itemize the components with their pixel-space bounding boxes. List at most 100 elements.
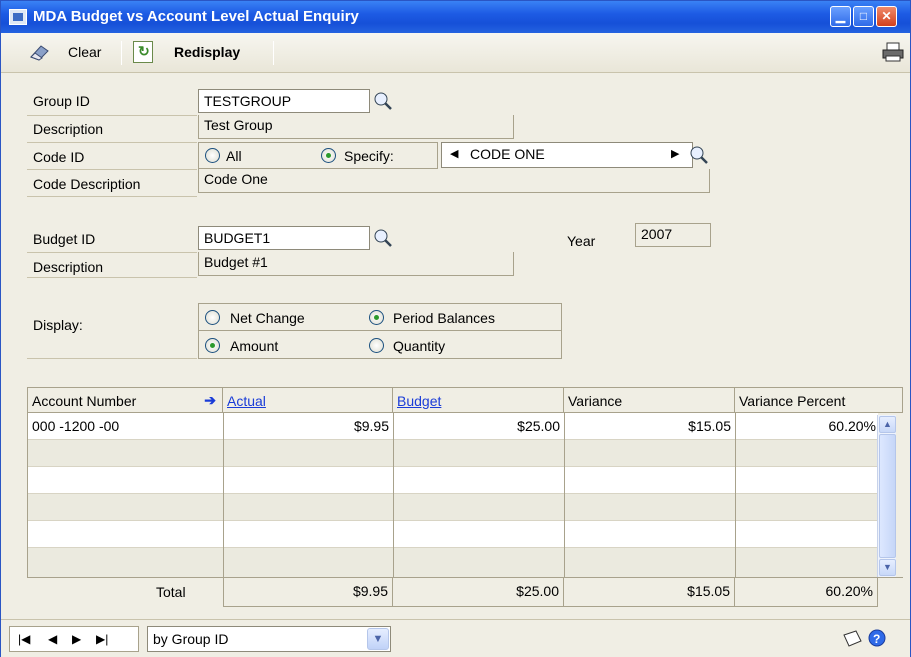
year-label: Year [567, 233, 596, 249]
divider [27, 196, 197, 197]
total-variance: $15.05 [564, 577, 735, 607]
last-record-icon[interactable]: ▶| [96, 632, 108, 646]
divider [27, 142, 197, 143]
next-code-icon[interactable]: ▶ [671, 147, 679, 160]
table-row[interactable] [28, 467, 878, 494]
previous-code-icon[interactable]: ◀ [450, 147, 458, 160]
svg-text:?: ? [873, 632, 880, 646]
sort-by-select[interactable]: by Group ID ▼ [147, 626, 391, 652]
code-id-lookup-icon[interactable] [689, 145, 709, 165]
budget-id-input[interactable]: BUDGET1 [198, 226, 370, 250]
first-record-icon[interactable]: |◀ [18, 632, 30, 646]
scroll-up-icon[interactable]: ▲ [879, 416, 896, 433]
note-icon[interactable] [841, 629, 863, 649]
previous-record-icon[interactable]: ◀ [48, 632, 57, 646]
maximize-button[interactable]: □ [853, 6, 874, 27]
total-variance-percent: 60.20% [735, 577, 878, 607]
refresh-icon [133, 41, 153, 63]
toolbar: Clear Redisplay [1, 33, 910, 73]
grid-scrollbar[interactable]: ▲ ▼ [877, 415, 896, 577]
code-id-label: Code ID [33, 149, 85, 165]
header-actual[interactable]: Actual [223, 387, 393, 413]
redisplay-button[interactable]: Redisplay [129, 33, 269, 73]
column-divider [735, 413, 736, 577]
clear-button[interactable]: Clear [11, 33, 111, 73]
table-row[interactable] [28, 521, 878, 548]
group-description-value: Test Group [198, 115, 514, 139]
budget-id-lookup-icon[interactable] [373, 228, 393, 248]
table-row[interactable] [28, 440, 878, 467]
budget-id-label: Budget ID [33, 231, 96, 247]
expand-arrow-icon[interactable]: ➔ [204, 392, 216, 409]
period-balances-label: Period Balances [393, 310, 495, 326]
eraser-icon [30, 45, 49, 61]
code-id-input[interactable]: CODE ONE [441, 142, 693, 168]
header-budget[interactable]: Budget [393, 387, 564, 413]
minimize-button[interactable]: ▁ [830, 6, 851, 27]
display-label: Display: [33, 317, 83, 333]
divider [27, 358, 197, 359]
window-title: MDA Budget vs Account Level Actual Enqui… [33, 8, 359, 25]
redisplay-label: Redisplay [174, 44, 241, 60]
header-budget-link[interactable]: Budget [397, 393, 441, 409]
toolbar-separator [273, 41, 274, 65]
divider [27, 115, 197, 116]
scroll-down-icon[interactable]: ▼ [879, 559, 896, 576]
group-id-label: Group ID [33, 93, 90, 109]
row-variance-percent: 60.20% [828, 418, 876, 434]
group-id-lookup-icon[interactable] [373, 91, 393, 111]
year-value: 2007 [635, 223, 711, 247]
total-budget: $25.00 [393, 577, 564, 607]
budget-description-label: Description [33, 259, 104, 275]
net-change-label: Net Change [230, 310, 305, 326]
header-variance-percent: Variance Percent [735, 387, 903, 413]
column-divider [564, 413, 565, 577]
total-label: Total [156, 584, 186, 600]
amount-label: Amount [230, 338, 279, 354]
next-record-icon[interactable]: ▶ [72, 632, 81, 646]
header-actual-link[interactable]: Actual [227, 393, 266, 409]
window: MDA Budget vs Account Level Actual Enqui… [0, 0, 911, 657]
row-variance: $15.05 [688, 418, 731, 434]
toolbar-separator [121, 41, 122, 65]
divider [27, 169, 197, 170]
title-bar: MDA Budget vs Account Level Actual Enqui… [1, 1, 910, 33]
group-description-label: Description [33, 121, 104, 137]
amount-radio[interactable] [205, 338, 220, 353]
chevron-down-icon[interactable]: ▼ [367, 628, 389, 650]
clear-label: Clear [68, 44, 102, 60]
group-id-input[interactable]: TESTGROUP [198, 89, 370, 113]
close-button[interactable]: ✕ [876, 6, 897, 27]
window-icon [9, 9, 27, 25]
divider [27, 252, 197, 253]
row-account-number[interactable]: 000 -1200 -00 [32, 418, 119, 434]
help-icon[interactable]: ? [867, 628, 887, 648]
grid-body [27, 413, 878, 577]
printer-icon[interactable] [882, 42, 904, 62]
table-row[interactable] [28, 494, 878, 521]
code-description-label: Code Description [33, 176, 141, 192]
budget-description-value: Budget #1 [198, 252, 514, 276]
row-budget: $25.00 [517, 418, 560, 434]
net-change-radio[interactable] [205, 310, 220, 325]
code-description-value: Code One [198, 169, 710, 193]
row-actual: $9.95 [353, 418, 389, 434]
sort-by-value: by Group ID [153, 631, 229, 647]
total-actual: $9.95 [223, 577, 393, 607]
scroll-thumb[interactable] [879, 434, 896, 558]
record-navigation: |◀ ◀ ▶ ▶| [9, 626, 139, 652]
divider [27, 277, 197, 278]
quantity-radio[interactable] [369, 338, 384, 353]
code-all-radio[interactable] [205, 148, 220, 163]
quantity-label: Quantity [393, 338, 446, 354]
column-divider [223, 413, 224, 577]
code-all-label: All [226, 148, 242, 164]
status-bar: |◀ ◀ ▶ ▶| by Group ID ▼ ? [1, 619, 910, 657]
table-row[interactable] [28, 548, 878, 577]
column-divider [393, 413, 394, 577]
header-account-number[interactable]: Account Number ➔ [27, 387, 223, 413]
code-specify-radio[interactable] [321, 148, 336, 163]
header-variance: Variance [564, 387, 735, 413]
period-balances-radio[interactable] [369, 310, 384, 325]
header-account-number-label: Account Number [32, 393, 137, 409]
